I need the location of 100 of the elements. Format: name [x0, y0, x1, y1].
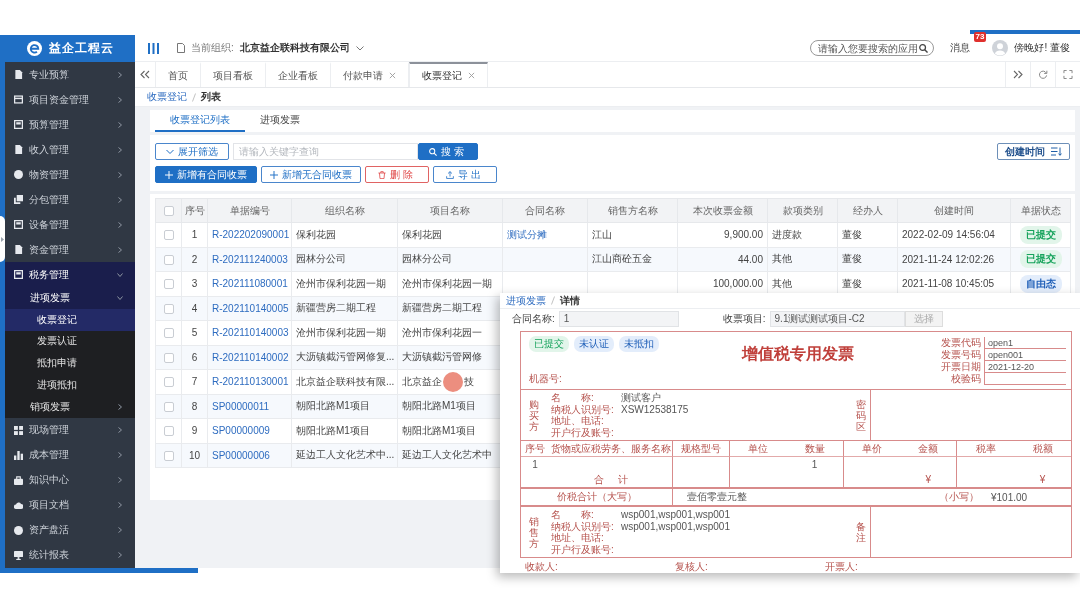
close-icon[interactable] [468, 72, 475, 79]
panel-icon [14, 270, 23, 279]
table-cell: 延边工人文化艺术中 [402, 449, 492, 461]
page-tab[interactable]: 首页 [156, 62, 201, 87]
menu-item[interactable]: 分包管理 [5, 187, 135, 212]
status-tag: 已提交 [1019, 225, 1062, 244]
table-cell: 2021-11-24 12:02:26 [897, 247, 1011, 272]
sub-tab[interactable]: 收票登记列表 [155, 110, 245, 132]
field-label: 机器号: [529, 372, 562, 386]
menu-item[interactable]: 项目资金管理 [5, 87, 135, 112]
add-button[interactable]: 新增无合同收票 [261, 166, 361, 183]
collapse-handle[interactable] [0, 216, 5, 262]
close-icon[interactable] [389, 72, 396, 79]
checkbox[interactable] [163, 377, 174, 388]
menu-item[interactable]: 抵扣申请 [5, 352, 135, 375]
breadcrumb-link[interactable]: 进项发票 [506, 293, 546, 308]
sort-button[interactable]: 创建时间 [997, 143, 1070, 160]
messages-link[interactable]: 消息 [950, 41, 971, 55]
add-button[interactable]: 新增有合同收票 [155, 166, 257, 183]
disc-icon [14, 525, 23, 535]
table-cell: 沧州市保利花园一期 [291, 271, 398, 296]
column-header: 组织名称 [291, 198, 398, 223]
checkbox[interactable] [163, 426, 174, 437]
separator-icon [192, 92, 196, 102]
menu-item[interactable]: 物资管理 [5, 162, 135, 187]
column-header: 税额 [1014, 441, 1071, 457]
field-label: 纳税人识别号: [551, 520, 615, 532]
checkbox[interactable] [163, 230, 174, 241]
double-chevron-left-icon[interactable] [140, 70, 150, 79]
menu-item[interactable]: 设备管理 [5, 212, 135, 237]
expand-filter-button[interactable]: 展开筛选 [155, 143, 229, 160]
menu-item[interactable]: 收入管理 [5, 137, 135, 162]
menu-item[interactable]: 资产盘活 [5, 517, 135, 543]
menu-item[interactable]: 税务管理 [5, 262, 135, 287]
chevron-down-icon [166, 147, 174, 156]
menu-item[interactable]: 销项发票 [5, 396, 135, 418]
disc-icon [14, 170, 23, 179]
breadcrumb-current: 列表 [201, 90, 221, 104]
delete-button[interactable]: 删除 [365, 166, 429, 183]
menu-item[interactable]: 知识中心 [5, 467, 135, 493]
table-cell: 1 [786, 457, 844, 472]
signature-label: 收款人: [525, 560, 559, 573]
menu-item[interactable]: 专业预算 [5, 62, 135, 87]
menu-item[interactable]: 现场管理 [5, 417, 135, 443]
page-tab[interactable]: 项目看板 [201, 62, 266, 87]
checkbox[interactable] [163, 328, 174, 339]
breadcrumb-link[interactable]: 收票登记 [147, 90, 187, 104]
status-tag: 未抵扣 [619, 336, 659, 352]
menu-item[interactable]: 成本管理 [5, 442, 135, 468]
menu-item[interactable]: 预算管理 [5, 112, 135, 137]
menu-item[interactable]: 资金管理 [5, 237, 135, 262]
text-field[interactable]: 9.1测试测试项目-C2 [769, 311, 905, 327]
field-label: 开户行及账号: [551, 543, 615, 555]
fullscreen-icon[interactable] [1063, 70, 1073, 79]
page-tab[interactable]: 收票登记 [409, 62, 488, 87]
caret-down-icon[interactable] [355, 45, 364, 51]
panel-icon [14, 120, 23, 129]
search-icon[interactable] [919, 43, 929, 53]
column-header: 数量 [786, 441, 844, 457]
page-tab[interactable]: 企业看板 [266, 62, 331, 87]
field-value: wsp001,wsp001,wsp001 [621, 520, 730, 532]
table-cell: 北京益企联科技有限... [291, 369, 398, 394]
menu-item[interactable]: 发票认证 [5, 330, 135, 353]
field-label: 地址、电话: [551, 415, 604, 427]
menu-icon[interactable] [148, 42, 159, 54]
checkbox[interactable] [163, 450, 174, 461]
export-button[interactable]: 导出 [433, 166, 497, 183]
table-cell: 大沥镇截污管网修复... [291, 345, 398, 370]
document-icon [14, 70, 23, 79]
double-chevron-right-icon[interactable] [1013, 70, 1023, 79]
field-label: 纳税人识别号: [551, 403, 615, 415]
menu-item[interactable]: 收票登记 [5, 308, 135, 331]
card-icon [14, 95, 23, 104]
menu-item[interactable]: 统计报表 [5, 542, 135, 568]
table-cell: 董俊 [837, 222, 898, 247]
section-heading: 销售方 [529, 515, 539, 549]
column-header: 单位 [729, 441, 787, 457]
logo-text: 益企工程云 [48, 40, 114, 57]
menu-item[interactable]: 项目文档 [5, 492, 135, 518]
text-field[interactable]: 1 [558, 311, 679, 327]
column-header: 单据编号 [207, 198, 292, 223]
table-cell-text: 1 [531, 458, 539, 472]
checkbox[interactable] [163, 279, 174, 290]
checkbox[interactable] [163, 206, 174, 217]
upload-icon [446, 170, 454, 179]
checkbox[interactable] [163, 254, 174, 265]
checkbox[interactable] [163, 303, 174, 314]
keyword-search-field[interactable]: 请输入关键字查询 [233, 143, 418, 160]
avatar-icon[interactable] [992, 40, 1009, 56]
field-label: 发票号码 [940, 349, 982, 361]
search-button[interactable]: 搜索 [418, 143, 478, 160]
checkbox[interactable] [163, 401, 174, 412]
sub-tab[interactable]: 进项发票 [245, 110, 315, 132]
table-cell: 大沥镇截污管网修 [402, 351, 482, 363]
menu-item[interactable]: 进项发票 [5, 287, 135, 309]
checkbox[interactable] [163, 352, 174, 363]
menu-item[interactable]: 进项抵扣 [5, 374, 135, 396]
org-selector[interactable]: 北京益企联科技有限公司 [239, 41, 350, 55]
refresh-icon[interactable] [1038, 70, 1048, 79]
logo-icon [26, 41, 42, 56]
